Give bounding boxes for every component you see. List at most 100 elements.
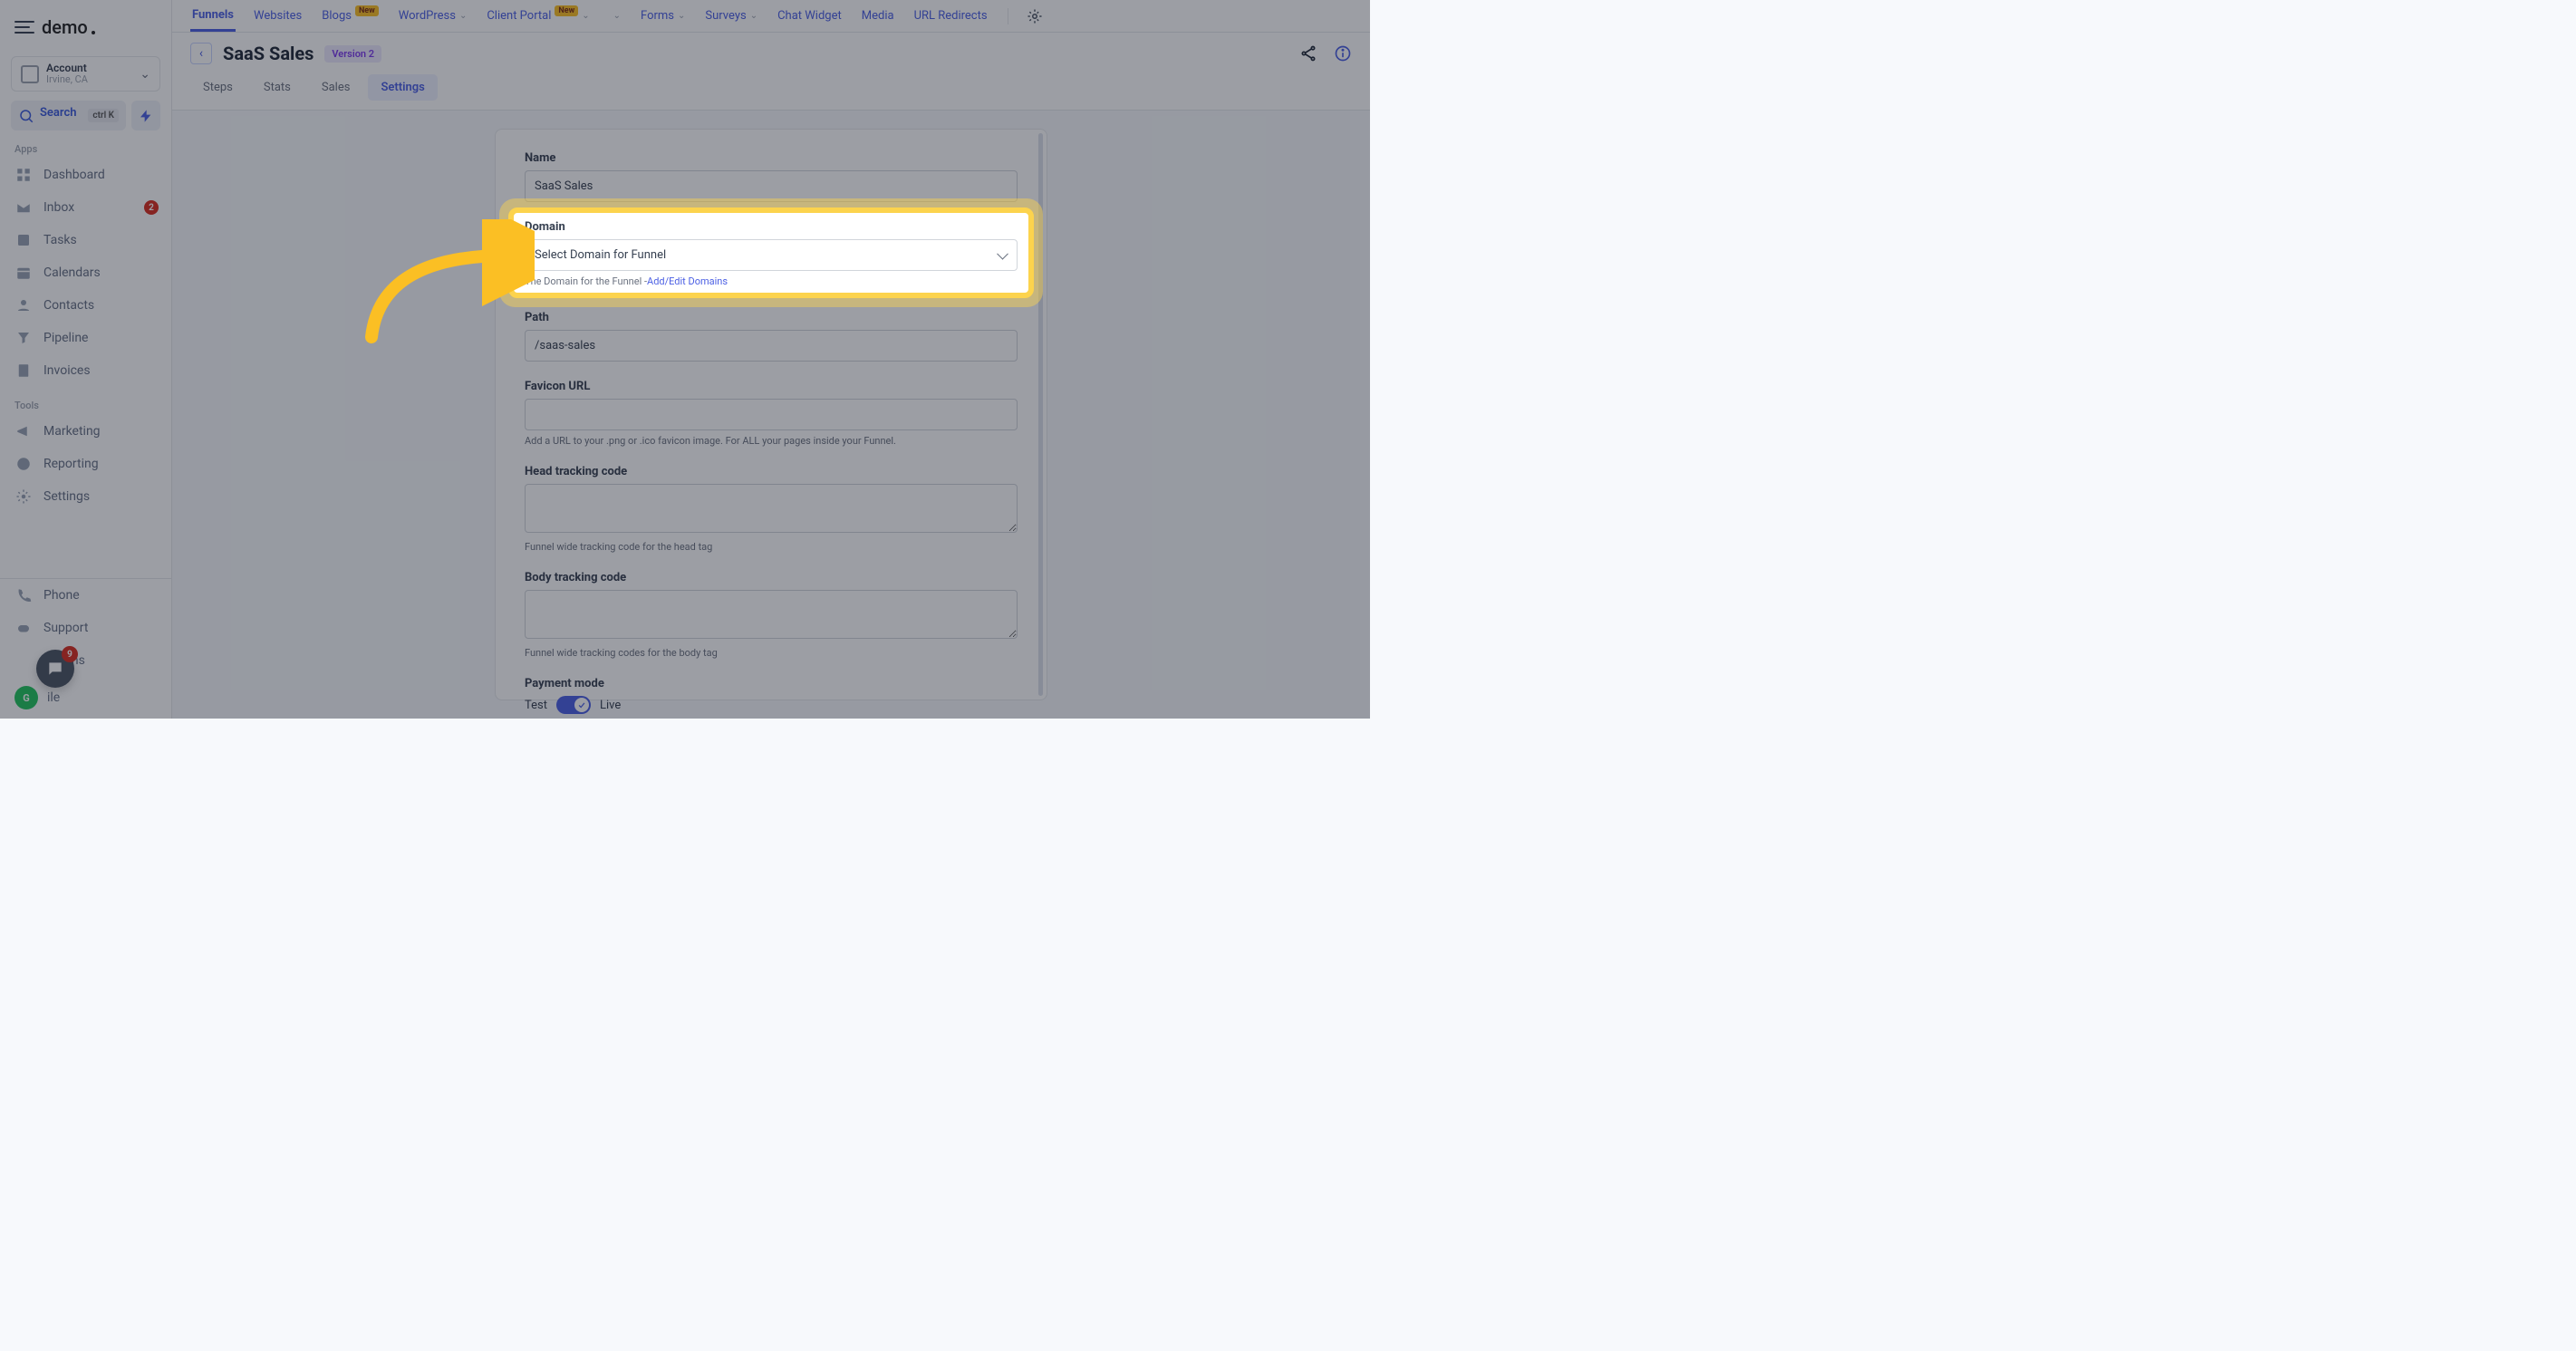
- name-label: Name: [525, 151, 1018, 165]
- field-favicon: Favicon URL Add a URL to your .png or .i…: [525, 380, 1018, 447]
- body-input[interactable]: [525, 590, 1018, 639]
- tab-wordpress[interactable]: WordPress ⌄: [397, 0, 469, 32]
- favicon-input[interactable]: [525, 399, 1018, 430]
- check-icon: [577, 700, 586, 709]
- back-button[interactable]: ‹: [190, 43, 212, 64]
- tab-forms[interactable]: Forms ⌄: [639, 0, 687, 32]
- nav-invoices[interactable]: Invoices: [0, 354, 171, 387]
- nav-profile[interactable]: G ile 9: [0, 677, 171, 719]
- sidebar: demo Account Irvine, CA ⌄ Search ctrl K …: [0, 0, 172, 719]
- tab-media[interactable]: Media: [860, 0, 896, 32]
- nav-label: Pipeline: [43, 331, 89, 345]
- pipeline-icon: [14, 329, 33, 347]
- share-icon: [1299, 44, 1317, 63]
- name-input[interactable]: [525, 170, 1018, 202]
- nav-calendars[interactable]: Calendars: [0, 256, 171, 289]
- nav-label: Support: [43, 621, 88, 635]
- chart-icon: [14, 455, 33, 473]
- settings-button[interactable]: [1027, 8, 1043, 24]
- account-sublabel: Irvine, CA: [46, 74, 132, 85]
- nav-label: Reporting: [43, 457, 99, 471]
- quick-action-button[interactable]: [131, 101, 160, 130]
- section-tools-label: Tools: [0, 387, 171, 415]
- field-name: Name: [525, 151, 1018, 202]
- domain-help: The Domain for the Funnel -Add/Edit Doma…: [525, 275, 1018, 287]
- nav-notifications[interactable]: cations: [0, 644, 171, 677]
- bell-icon: [14, 651, 33, 670]
- tab-chat-widget[interactable]: Chat Widget: [776, 0, 844, 32]
- domain-select[interactable]: Select Domain for Funnel: [525, 239, 1018, 271]
- chat-icon: [46, 660, 64, 678]
- invoices-icon: [14, 362, 33, 380]
- search-label: Search: [40, 106, 82, 120]
- payment-toggle[interactable]: [556, 696, 591, 714]
- tab-url-redirects[interactable]: URL Redirects: [912, 0, 989, 32]
- chat-fab[interactable]: 9: [36, 650, 74, 688]
- tab-client-portal[interactable]: Client PortalNew ⌄: [485, 0, 591, 32]
- share-button[interactable]: [1299, 44, 1317, 63]
- sub-nav: Steps Stats Sales Settings: [172, 74, 1370, 111]
- nav-label: Dashboard: [43, 168, 105, 182]
- nav-inbox[interactable]: Inbox2: [0, 191, 171, 224]
- search-button[interactable]: Search ctrl K: [11, 101, 126, 130]
- tab-surveys[interactable]: Surveys ⌄: [703, 0, 759, 32]
- nav-label: Calendars: [43, 265, 101, 280]
- bolt-icon: [139, 109, 153, 123]
- megaphone-icon: [14, 422, 33, 440]
- toggle-knob: [574, 698, 589, 712]
- subtab-settings[interactable]: Settings: [368, 74, 437, 101]
- chevron-down-icon: ⌄: [750, 11, 757, 21]
- info-button[interactable]: [1334, 44, 1352, 63]
- chat-badge: 9: [62, 646, 78, 662]
- nav-settings[interactable]: Settings: [0, 480, 171, 513]
- support-icon: [14, 619, 33, 637]
- nav-phone[interactable]: Phone: [0, 579, 171, 612]
- field-domain-highlight: Domain Select Domain for Funnel The Doma…: [512, 211, 1030, 294]
- nav-label: Marketing: [43, 424, 101, 439]
- body-help: Funnel wide tracking codes for the body …: [525, 647, 1018, 659]
- hamburger-icon[interactable]: [14, 21, 34, 34]
- settings-card: Name Domain Select Domain for Funnel The…: [495, 129, 1047, 700]
- version-badge: Version 2: [324, 45, 381, 63]
- add-edit-domains-link[interactable]: Add/Edit Domains: [647, 275, 728, 287]
- brand-logo: demo: [42, 16, 88, 38]
- favicon-help: Add a URL to your .png or .ico favicon i…: [525, 435, 1018, 447]
- nav-dashboard[interactable]: Dashboard: [0, 159, 171, 191]
- nav-label: Tasks: [43, 233, 77, 247]
- path-input[interactable]: [525, 330, 1018, 362]
- nav-tasks[interactable]: Tasks: [0, 224, 171, 256]
- nav-contacts[interactable]: Contacts: [0, 289, 171, 322]
- chevron-down-icon: ⌄: [678, 11, 685, 21]
- nav-support[interactable]: Support: [0, 612, 171, 644]
- nav-label: Phone: [43, 588, 80, 603]
- subtab-steps[interactable]: Steps: [190, 74, 246, 101]
- search-icon: [18, 108, 34, 124]
- field-path: Path: [525, 311, 1018, 362]
- subtab-stats[interactable]: Stats: [251, 74, 304, 101]
- field-body-tracking: Body tracking code Funnel wide tracking …: [525, 571, 1018, 659]
- nav-reporting[interactable]: Reporting: [0, 448, 171, 480]
- tab-websites[interactable]: Websites: [252, 0, 304, 32]
- account-icon: [21, 65, 39, 83]
- tab-blogs[interactable]: BlogsNew: [320, 0, 381, 32]
- tab-unknown[interactable]: ⌄: [608, 0, 622, 32]
- content-area: Name Domain Select Domain for Funnel The…: [172, 111, 1370, 719]
- page-title: SaaS Sales: [223, 43, 314, 64]
- inbox-icon: [14, 198, 33, 217]
- head-label: Head tracking code: [525, 465, 1018, 478]
- head-input[interactable]: [525, 484, 1018, 533]
- favicon-label: Favicon URL: [525, 380, 1018, 393]
- phone-icon: [14, 586, 33, 604]
- payment-label: Payment mode: [525, 677, 1018, 690]
- nav-label: Invoices: [43, 363, 91, 378]
- new-badge: New: [355, 5, 379, 16]
- nav-pipeline[interactable]: Pipeline: [0, 322, 171, 354]
- payment-left: Test: [525, 699, 547, 712]
- payment-right: Live: [600, 699, 621, 712]
- nav-marketing[interactable]: Marketing: [0, 415, 171, 448]
- chevron-down-icon: ⌄: [613, 11, 621, 21]
- tab-funnels[interactable]: Funnels: [190, 0, 236, 32]
- tasks-icon: [14, 231, 33, 249]
- account-switcher[interactable]: Account Irvine, CA ⌄: [11, 56, 160, 92]
- subtab-sales[interactable]: Sales: [309, 74, 363, 101]
